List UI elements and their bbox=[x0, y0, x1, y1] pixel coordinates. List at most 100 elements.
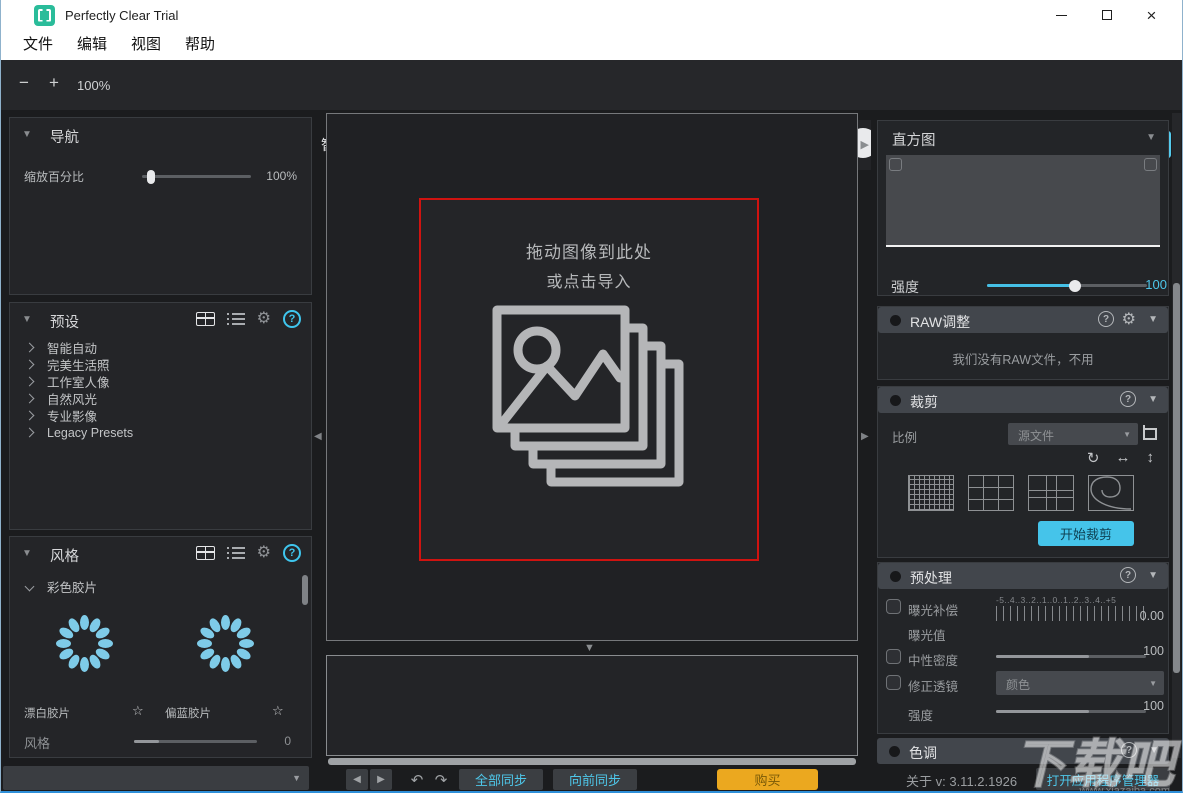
section-enabled-led[interactable] bbox=[890, 571, 901, 582]
style-slider[interactable] bbox=[134, 740, 257, 743]
gear-icon[interactable]: ⚙ bbox=[1122, 312, 1136, 328]
collapse-right-panel-icon[interactable]: ▶ bbox=[861, 431, 869, 442]
help-icon[interactable]: ? bbox=[283, 544, 301, 562]
collapse-icon[interactable]: ▼ bbox=[22, 129, 32, 140]
menu-bar: 文件 编辑 视图 帮助 bbox=[1, 30, 1182, 60]
navigation-header[interactable]: ▼ 导航 bbox=[10, 118, 311, 150]
collapse-icon[interactable]: ▼ bbox=[22, 314, 32, 325]
lens-dropdown[interactable]: 颜色 ▼ bbox=[996, 671, 1164, 695]
strength-label: 强度 bbox=[891, 277, 919, 297]
grid-view-icon[interactable] bbox=[196, 546, 215, 560]
help-icon[interactable]: ? bbox=[1121, 742, 1137, 758]
maximize-button[interactable] bbox=[1084, 0, 1129, 30]
scrollbar-thumb[interactable] bbox=[1173, 283, 1180, 673]
collapse-icon[interactable]: ▼ bbox=[22, 548, 32, 559]
gear-icon[interactable]: ⚙ bbox=[257, 545, 271, 561]
slider-knob[interactable] bbox=[147, 170, 155, 184]
preprocess-header[interactable]: 预处理 ? ▼ bbox=[878, 563, 1168, 589]
style-thumb-label[interactable]: 漂白胶片 bbox=[24, 705, 70, 721]
collapse-icon[interactable]: ▼ bbox=[1149, 745, 1159, 756]
tab-scroll-right-icon[interactable]: ▶ bbox=[861, 138, 869, 151]
prev-image-button[interactable]: ◀ bbox=[346, 769, 368, 790]
filmstrip-scrollbar[interactable] bbox=[328, 758, 856, 765]
preset-item-legacy[interactable]: Legacy Presets bbox=[26, 424, 133, 441]
strength-slider[interactable] bbox=[987, 284, 1147, 287]
grid-fine-button[interactable] bbox=[908, 475, 954, 511]
right-panel-scrollbar[interactable] bbox=[1172, 113, 1181, 758]
list-view-icon[interactable] bbox=[227, 546, 245, 560]
collapse-icon[interactable]: ▼ bbox=[1148, 314, 1158, 325]
sync-all-button[interactable]: 全部同步 bbox=[459, 769, 543, 790]
collapse-icon[interactable]: ▼ bbox=[1148, 394, 1158, 405]
flip-vertical-icon[interactable]: ↕ bbox=[1147, 449, 1155, 467]
preset-item-perfect-life[interactable]: 完美生活照 bbox=[26, 356, 110, 373]
nd-checkbox[interactable] bbox=[886, 649, 901, 664]
section-enabled-led[interactable] bbox=[890, 395, 901, 406]
list-view-icon[interactable] bbox=[227, 312, 245, 326]
exposure-ruler[interactable]: -5..4..3..2..1..0..1..2..3..4..+5 bbox=[996, 595, 1146, 621]
filmstrip-filter-dropdown[interactable]: ▼ bbox=[3, 766, 309, 790]
buy-button[interactable]: 购买 bbox=[717, 769, 818, 790]
section-enabled-led[interactable] bbox=[890, 315, 901, 326]
tone-section: 色调 ? ▼ bbox=[877, 738, 1169, 764]
preset-item-studio-portrait[interactable]: 工作室人像 bbox=[26, 373, 110, 390]
ratio-dropdown[interactable]: 源文件 ▼ bbox=[1008, 423, 1138, 445]
grid-golden-button[interactable] bbox=[1028, 475, 1074, 511]
menu-help[interactable]: 帮助 bbox=[173, 30, 227, 60]
grid-view-icon[interactable] bbox=[196, 312, 215, 326]
grid-thirds-button[interactable] bbox=[968, 475, 1014, 511]
help-icon[interactable]: ? bbox=[1098, 311, 1114, 327]
lens-checkbox[interactable] bbox=[886, 675, 901, 690]
histogram-header[interactable]: 直方图 ▼ bbox=[878, 121, 1168, 153]
presets-header[interactable]: ▼ 预设 ⚙ ? bbox=[10, 303, 311, 335]
section-enabled-led[interactable] bbox=[889, 746, 900, 757]
style-thumb-label[interactable]: 偏蓝胶片 bbox=[165, 705, 211, 721]
collapse-icon[interactable]: ▼ bbox=[1148, 570, 1158, 581]
preset-item-pro-photo[interactable]: 专业影像 bbox=[26, 407, 97, 424]
crop-header[interactable]: 裁剪 ? ▼ bbox=[878, 387, 1168, 413]
raw-header[interactable]: RAW调整 ? ⚙ ▼ bbox=[878, 307, 1168, 333]
favorite-star-icon[interactable]: ☆ bbox=[272, 703, 284, 719]
menu-file[interactable]: 文件 bbox=[11, 30, 65, 60]
help-icon[interactable]: ? bbox=[1120, 391, 1136, 407]
start-crop-button[interactable]: 开始裁剪 bbox=[1038, 521, 1134, 546]
styles-header[interactable]: ▼ 风格 ⚙ ? bbox=[10, 537, 311, 569]
redo-button[interactable]: ↷ bbox=[430, 769, 452, 790]
exposure-checkbox[interactable] bbox=[886, 599, 901, 614]
flip-horizontal-icon[interactable]: ↔ bbox=[1116, 449, 1131, 467]
styles-scrollbar[interactable] bbox=[302, 575, 308, 605]
slider-knob[interactable] bbox=[1069, 280, 1081, 292]
zoom-in-button[interactable]: + bbox=[49, 73, 59, 93]
zoom-level: 100% bbox=[77, 78, 110, 93]
open-app-manager-link[interactable]: 打开应用程序管理器 bbox=[1036, 768, 1170, 790]
next-image-button[interactable]: ▶ bbox=[370, 769, 392, 790]
preset-item-nature[interactable]: 自然风光 bbox=[26, 390, 97, 407]
filmstrip-collapse-icon[interactable]: ▼ bbox=[584, 642, 595, 654]
zoom-out-button[interactable]: − bbox=[19, 73, 29, 93]
undo-button[interactable]: ↶ bbox=[406, 769, 428, 790]
minimize-button[interactable] bbox=[1039, 0, 1084, 30]
collapse-left-panel-icon[interactable]: ◀ bbox=[314, 431, 322, 442]
gear-icon[interactable]: ⚙ bbox=[257, 311, 271, 327]
menu-edit[interactable]: 编辑 bbox=[65, 30, 119, 60]
favorite-star-icon[interactable]: ☆ bbox=[132, 703, 144, 719]
help-icon[interactable]: ? bbox=[1120, 567, 1136, 583]
help-icon[interactable]: ? bbox=[283, 310, 301, 328]
menu-view[interactable]: 视图 bbox=[119, 30, 173, 60]
nd-slider[interactable] bbox=[996, 655, 1146, 658]
shadow-clip-toggle[interactable] bbox=[889, 158, 902, 171]
crop-icon[interactable] bbox=[1140, 425, 1158, 443]
zoom-percent-slider[interactable] bbox=[142, 175, 251, 178]
pre-strength-slider[interactable] bbox=[996, 710, 1146, 713]
image-drop-zone[interactable]: 拖动图像到此处 或点击导入 bbox=[419, 198, 759, 561]
preset-item-smart-auto[interactable]: 智能自动 bbox=[26, 339, 97, 356]
close-button[interactable]: × bbox=[1129, 0, 1174, 30]
style-group-color-film[interactable]: 彩色胶片 bbox=[26, 577, 97, 596]
grid-spiral-button[interactable] bbox=[1088, 475, 1134, 511]
highlight-clip-toggle[interactable] bbox=[1144, 158, 1157, 171]
sync-forward-button[interactable]: 向前同步 bbox=[553, 769, 637, 790]
rotate-icon[interactable]: ↻ bbox=[1087, 449, 1100, 467]
chevron-down-icon: ▼ bbox=[1123, 430, 1131, 439]
collapse-icon[interactable]: ▼ bbox=[1146, 132, 1156, 143]
tone-header[interactable]: 色调 ? ▼ bbox=[877, 738, 1169, 764]
